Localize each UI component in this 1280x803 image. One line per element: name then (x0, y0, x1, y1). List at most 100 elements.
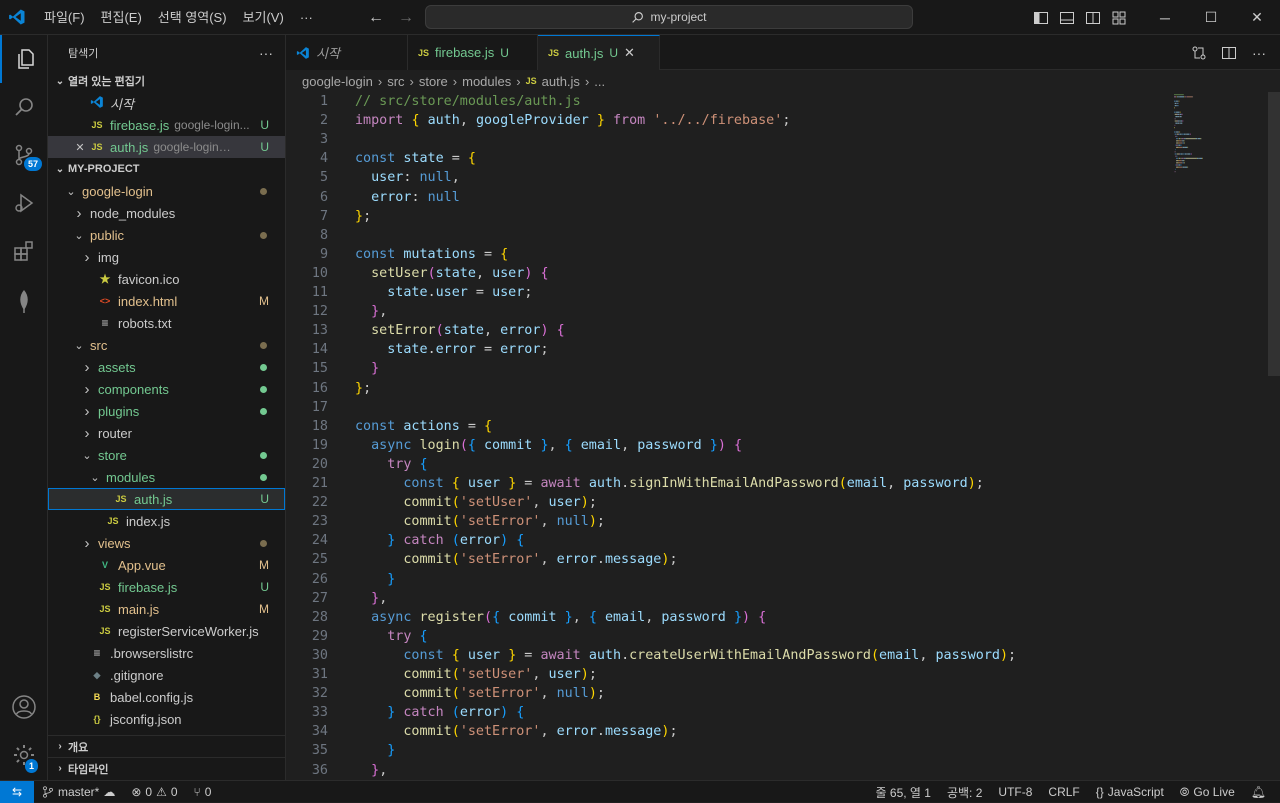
tree-item[interactable]: JS main.js M (48, 598, 285, 620)
explorer-icon[interactable] (0, 35, 48, 83)
tree-item[interactable]: {} jsconfig.json (48, 708, 285, 730)
toggle-primary-sidebar-icon[interactable] (1028, 0, 1054, 35)
open-editor-item[interactable]: 시작 (48, 92, 285, 114)
remote-icon[interactable]: ⇆ (0, 780, 34, 803)
breadcrumb-item[interactable]: src (387, 74, 404, 89)
mongodb-icon[interactable] (0, 277, 48, 325)
search-icon[interactable] (0, 83, 48, 131)
tree-item[interactable]: › assets (48, 356, 285, 378)
explorer-more-icon[interactable]: ··· (259, 45, 273, 61)
maximize-icon[interactable]: ☐ (1188, 0, 1234, 35)
tree-item[interactable]: › components (48, 378, 285, 400)
open-editors-section[interactable]: ⌄ 열려 있는 편집기 (48, 70, 285, 92)
line-number: 23 (311, 514, 328, 530)
minimap-token (1175, 118, 1176, 120)
more-actions-icon[interactable]: ··· (1246, 45, 1272, 61)
line-number: 6 (319, 189, 328, 205)
tab-start[interactable]: 시작 (286, 35, 408, 70)
language-mode[interactable]: {} JavaScript (1088, 785, 1172, 799)
chevron-down-icon: ⌄ (55, 163, 65, 175)
minimap[interactable] (1174, 92, 1270, 212)
breadcrumb-item[interactable]: modules (462, 74, 511, 89)
scrollbar-thumb[interactable] (1268, 92, 1280, 376)
customize-layout-icon[interactable] (1106, 0, 1132, 35)
indentation[interactable]: 공백: 2 (939, 784, 990, 801)
extensions-icon[interactable] (0, 227, 48, 275)
toggle-secondary-sidebar-icon[interactable] (1080, 0, 1106, 35)
minimap-token (1182, 120, 1184, 122)
tree-item[interactable]: ⌄ src (48, 334, 285, 356)
minimap-token (1178, 166, 1183, 168)
outline-section[interactable]: › 개요 (48, 735, 285, 757)
tree-item[interactable]: JS registerServiceWorker.js (48, 620, 285, 642)
tree-item[interactable]: JS auth.js U (48, 488, 285, 510)
close-window-icon[interactable]: ✕ (1234, 0, 1280, 35)
tab-firebase[interactable]: JS firebase.js U (408, 35, 538, 70)
git-status-dot (260, 407, 267, 415)
git-status-badge: U (260, 118, 269, 132)
back-arrow-icon[interactable]: ← (368, 9, 384, 27)
problems-indicator[interactable]: ⊗ 0 ⚠ 0 (123, 785, 185, 799)
tree-item[interactable]: V App.vue M (48, 554, 285, 576)
tree-item[interactable]: ★ favicon.ico (48, 268, 285, 290)
close-editor-icon[interactable]: ✕ (72, 141, 88, 154)
go-live-button[interactable]: ⦾ Go Live (1172, 785, 1243, 800)
breadcrumb-item[interactable]: google-login (302, 74, 373, 89)
tree-item[interactable]: ≡ robots.txt (48, 312, 285, 334)
tree-item[interactable]: JS firebase.js U (48, 576, 285, 598)
open-editor-item[interactable]: ✕JS auth.js google-login\src... U (48, 136, 285, 158)
menu-selection[interactable]: 선택 영역(S) (150, 0, 235, 35)
timeline-section[interactable]: › 타임라인 (48, 757, 285, 779)
tree-item[interactable]: › views (48, 532, 285, 554)
open-editor-item[interactable]: JS firebase.js google-login... U (48, 114, 285, 136)
menu-edit[interactable]: 편집(E) (93, 0, 150, 35)
tree-item[interactable]: ≡ .browserslistrc (48, 642, 285, 664)
branch-indicator[interactable]: master* ☁ (34, 785, 123, 799)
menu-more[interactable]: ··· (292, 0, 321, 35)
account-icon[interactable] (0, 683, 48, 731)
git-status-dot (260, 363, 267, 371)
tree-item[interactable]: ⌄ modules (48, 466, 285, 488)
tree-item[interactable]: ⌄ store (48, 444, 285, 466)
cursor-position[interactable]: 줄 65, 열 1 (868, 784, 939, 801)
tree-item[interactable]: ◆ .gitignore (48, 664, 285, 686)
vertical-scrollbar[interactable] (1266, 92, 1280, 780)
split-editor-icon[interactable] (1216, 45, 1242, 61)
tree-item[interactable]: › img (48, 246, 285, 268)
tree-item[interactable]: ⌄ google-login (48, 180, 285, 202)
end-of-line[interactable]: CRLF (1040, 785, 1087, 799)
tree-item-name: router (98, 425, 132, 441)
tree-item[interactable]: › node_modules (48, 202, 285, 224)
code-editor[interactable]: 1 // src/store/modules/auth.js 2 import { a… (286, 92, 1166, 780)
forward-arrow-icon[interactable]: → (398, 9, 414, 27)
minimize-icon[interactable]: ─ (1142, 0, 1188, 35)
source-control-icon[interactable]: 57 (0, 131, 48, 179)
encoding[interactable]: UTF-8 (990, 785, 1040, 799)
minimap-token (1184, 153, 1185, 155)
tree-item[interactable]: › router (48, 422, 285, 444)
tree-item[interactable]: <> index.html M (48, 290, 285, 312)
tree-item[interactable]: JS index.js (48, 510, 285, 532)
ports-indicator[interactable]: ⑂ 0 (186, 785, 220, 799)
menu-file[interactable]: 파일(F) (36, 0, 93, 35)
run-debug-icon[interactable] (0, 179, 48, 227)
close-tab-icon[interactable]: ✕ (624, 45, 635, 61)
breadcrumb-item[interactable]: store (419, 74, 448, 89)
project-section[interactable]: ⌄ MY-PROJECT (48, 158, 285, 180)
compare-changes-icon[interactable] (1186, 45, 1212, 61)
minimap-token (1178, 157, 1179, 159)
command-center[interactable]: my-project (425, 5, 913, 29)
notifications-bell-icon[interactable]: 🔔︎ (1243, 785, 1274, 799)
breadcrumb-item[interactable]: ... (594, 74, 605, 89)
toggle-panel-icon[interactable] (1054, 0, 1080, 35)
tree-item[interactable]: Bbabel.config.js (48, 686, 285, 708)
tree-item[interactable]: ⌄ public (48, 224, 285, 246)
settings-gear-icon[interactable]: 1 (0, 731, 48, 779)
minimap-token (1180, 120, 1183, 122)
minimap-token (1174, 120, 1178, 122)
tab-auth[interactable]: JS auth.js U ✕ (538, 35, 660, 70)
menu-view[interactable]: 보기(V) (235, 0, 292, 35)
tree-item[interactable]: › plugins (48, 400, 285, 422)
breadcrumb-item[interactable]: auth.js (542, 74, 580, 89)
chevron-right-icon: › (84, 248, 90, 266)
